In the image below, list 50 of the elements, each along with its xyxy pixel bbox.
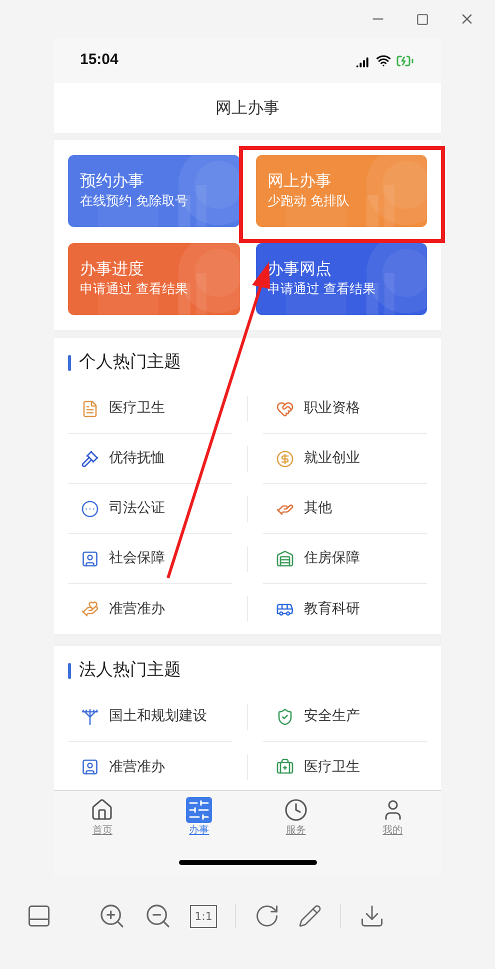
sliders-icon — [186, 797, 212, 823]
topic-item[interactable]: 医疗卫生 — [68, 384, 232, 434]
status-time: 15:04 — [80, 50, 118, 70]
topic-item[interactable]: 住房保障 — [263, 534, 427, 584]
rotate-icon[interactable] — [254, 903, 280, 929]
card-title: 办事网点 — [268, 259, 332, 279]
medical-case-icon — [276, 758, 294, 776]
zoom-out-icon[interactable] — [144, 902, 172, 930]
building-icon — [276, 550, 294, 568]
page-title: 网上办事 — [216, 97, 280, 119]
topic-item[interactable]: 就业创业 — [263, 434, 427, 484]
section-accent-bar — [68, 355, 71, 371]
topic-item[interactable]: 教育科研 — [263, 584, 427, 634]
ellipsis-circle-icon — [81, 500, 99, 518]
card-title: 办事进度 — [80, 259, 145, 279]
service-card[interactable]: 预约办事 在线预约 免除取号 — [68, 155, 240, 227]
topic-item[interactable]: 准营准办 — [68, 742, 232, 790]
actual-size-button[interactable]: 1:1 — [190, 904, 217, 928]
section-title: 法人热门主题 — [79, 659, 181, 682]
card-subtitle: 申请通过 查看结果 — [80, 281, 190, 299]
document-icon — [81, 400, 99, 418]
topic-item[interactable]: 职业资格 — [263, 384, 427, 434]
thumbnails-icon[interactable] — [26, 903, 52, 929]
section-title: 个人热门主题 — [79, 351, 181, 374]
topic-item[interactable]: 优待抚恤 — [68, 434, 232, 484]
card-title: 网上办事 — [268, 171, 332, 191]
shield-icon — [276, 708, 294, 726]
section-accent-bar — [68, 663, 71, 679]
heart-handshake-icon — [276, 400, 294, 418]
id-card-icon — [81, 550, 99, 568]
card-subtitle: 少跑动 免排队 — [268, 193, 351, 211]
topic-item[interactable]: 社会保障 — [68, 534, 232, 584]
topic-item[interactable]: 准营准办 — [68, 584, 232, 634]
coin-icon — [276, 450, 294, 468]
tab[interactable]: 办事 — [169, 797, 230, 838]
wifi-icon — [376, 53, 391, 68]
clock-icon — [282, 797, 309, 823]
card-subtitle: 在线预约 免除取号 — [80, 193, 190, 211]
topic-item[interactable]: 司法公证 — [68, 484, 232, 534]
zoom-in-icon[interactable] — [98, 902, 126, 930]
topic-item[interactable]: 国土和规划建设 — [68, 692, 232, 742]
id-card-icon — [81, 758, 99, 776]
topic-item[interactable]: 其他 — [263, 484, 427, 534]
gavel-icon — [81, 450, 99, 468]
download-icon[interactable] — [359, 903, 385, 929]
pencil-icon[interactable] — [298, 904, 322, 928]
card-title: 预约办事 — [80, 171, 145, 191]
topic-item[interactable]: 安全生产 — [263, 692, 427, 742]
maximize-icon[interactable] — [416, 12, 429, 26]
topic-item[interactable]: 医疗卫生 — [263, 742, 427, 790]
